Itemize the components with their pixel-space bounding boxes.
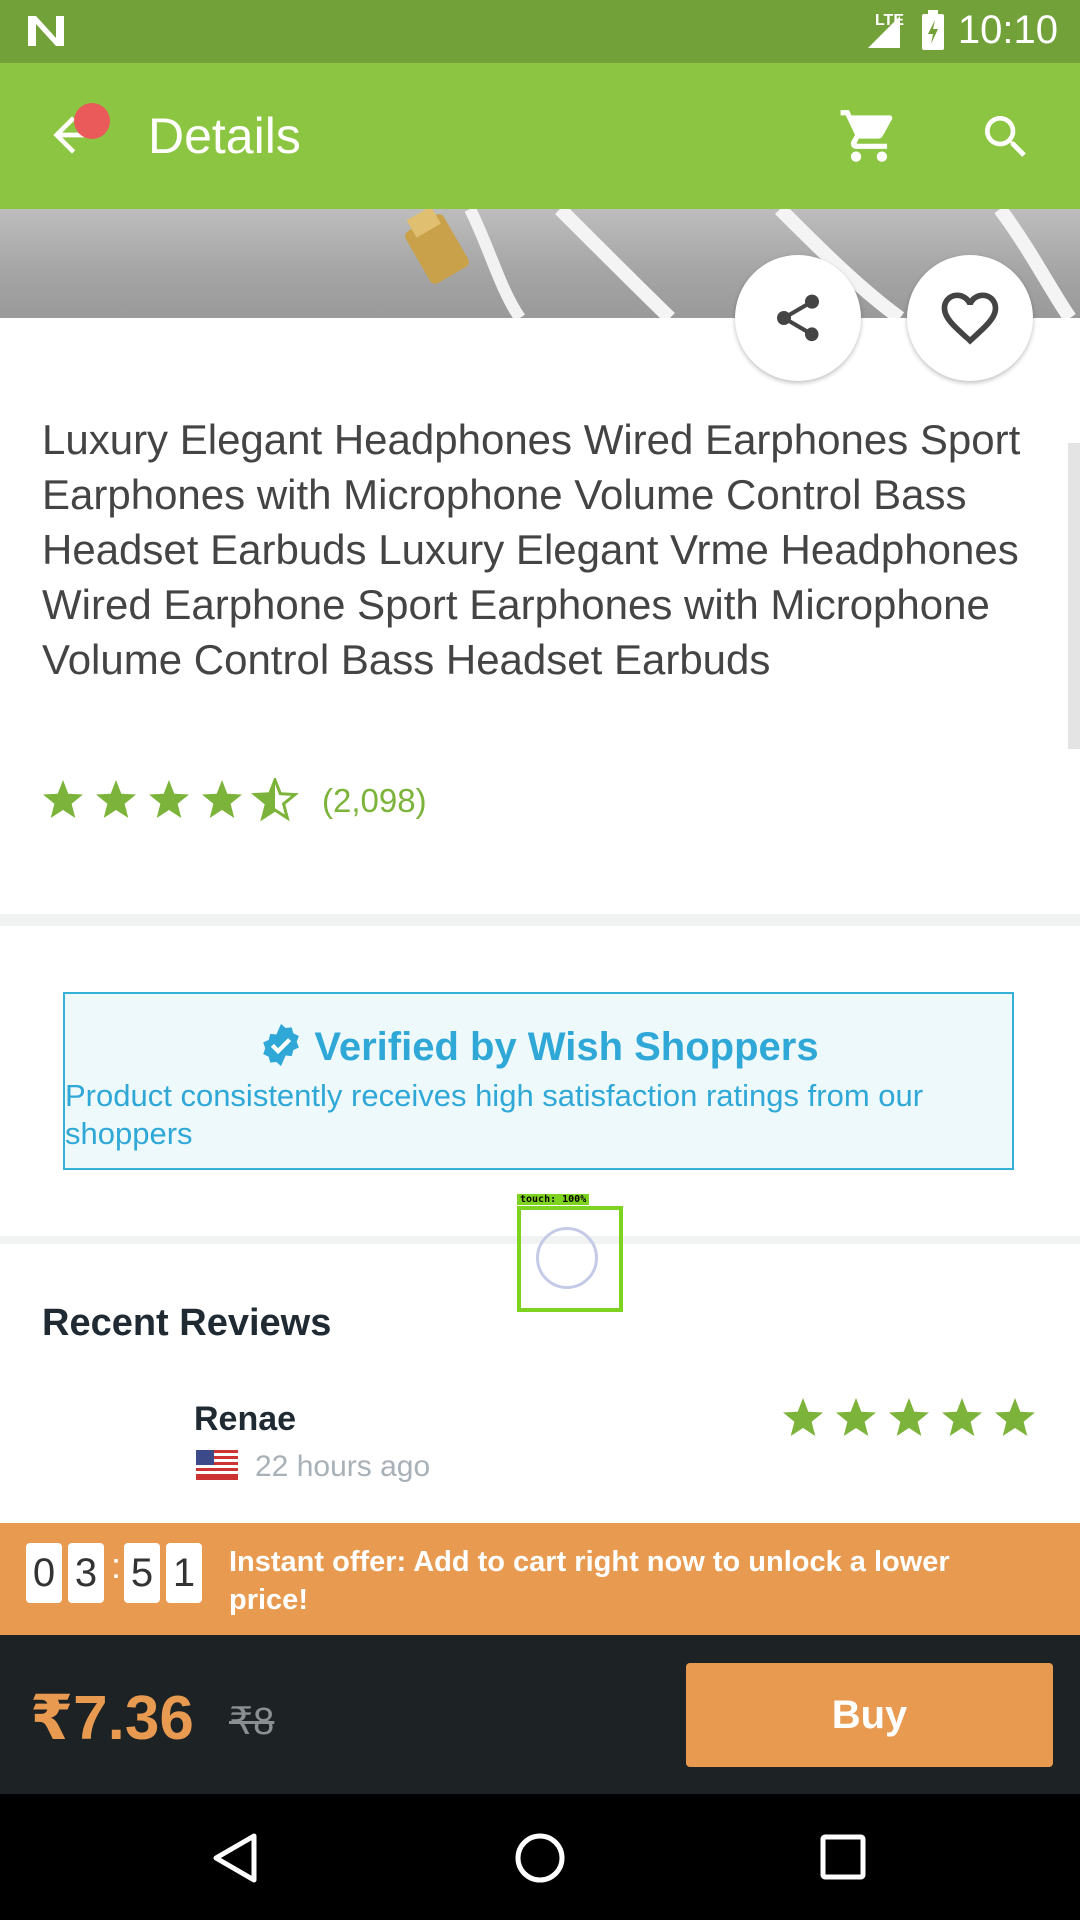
verified-banner: Verified by Wish Shoppers Product consis…	[63, 992, 1014, 1170]
verified-title-text: Verified by Wish Shoppers	[314, 1025, 819, 1069]
countdown-digit: 3	[68, 1543, 104, 1603]
purchase-bar: ₹7.36 ₹8 Buy	[0, 1635, 1080, 1794]
verified-description: Product consistently receives high satis…	[65, 1078, 924, 1151]
buy-button[interactable]: Buy	[686, 1663, 1053, 1767]
countdown-digit: 0	[26, 1543, 62, 1603]
share-icon	[777, 294, 819, 342]
product-title: Luxury Elegant Headphones Wired Earphone…	[42, 416, 1021, 683]
star-icon	[96, 780, 136, 818]
price: ₹7.36	[30, 1684, 194, 1753]
countdown-separator: :	[111, 1545, 122, 1586]
verified-badge-icon	[263, 1023, 300, 1067]
original-price: ₹8	[229, 1701, 275, 1743]
status-bar: LTE 10:10	[0, 0, 1080, 63]
system-nav-bar	[0, 1794, 1080, 1920]
review-time: 22 hours ago	[255, 1450, 431, 1483]
rating-count: (2,098)	[322, 782, 427, 819]
scrollbar[interactable]	[1068, 443, 1080, 749]
reviews-heading: Recent Reviews	[42, 1302, 332, 1344]
us-flag-icon	[196, 1450, 238, 1480]
countdown-digit: 5	[124, 1543, 160, 1603]
star-icon	[942, 1398, 982, 1436]
star-icon	[43, 780, 83, 818]
reviewer-name: Renae	[194, 1400, 297, 1438]
search-icon[interactable]	[978, 109, 1034, 165]
divider	[0, 914, 1080, 926]
touch-point	[536, 1227, 598, 1289]
n-logo-icon	[28, 16, 64, 46]
verified-title: Verified by Wish Shoppers	[65, 1022, 1012, 1070]
star-icon	[202, 780, 242, 818]
wishlist-button[interactable]	[907, 255, 1033, 381]
rating-stars	[43, 778, 299, 822]
heart-icon	[941, 292, 999, 345]
cart-icon[interactable]	[838, 105, 900, 167]
battery-charging-icon	[922, 10, 944, 50]
review-stars	[783, 1398, 1035, 1436]
star-icon	[995, 1398, 1035, 1436]
nav-home-icon[interactable]	[514, 1832, 566, 1884]
clock: 10:10	[957, 8, 1058, 52]
nav-back-icon[interactable]	[210, 1832, 260, 1884]
star-icon	[889, 1398, 929, 1436]
star-icon	[783, 1398, 823, 1436]
notification-dot	[74, 103, 110, 139]
offer-text: Instant offer: Add to cart right now to …	[229, 1546, 950, 1616]
touch-label: touch: 100%	[517, 1194, 590, 1205]
star-icon	[149, 780, 189, 818]
countdown-digit: 1	[166, 1543, 202, 1603]
share-button[interactable]	[735, 255, 861, 381]
app-bar: Details	[0, 63, 1080, 209]
star-icon	[836, 1398, 876, 1436]
page-title: Details	[148, 108, 301, 164]
nav-recents-icon[interactable]	[820, 1834, 866, 1880]
instant-offer-banner[interactable]: 0 3 : 5 1 Instant offer: Add to cart rig…	[0, 1523, 1080, 1651]
star-icon	[251, 778, 299, 822]
signal-icon	[868, 16, 900, 48]
product-rating[interactable]: (2,098)	[42, 778, 427, 824]
